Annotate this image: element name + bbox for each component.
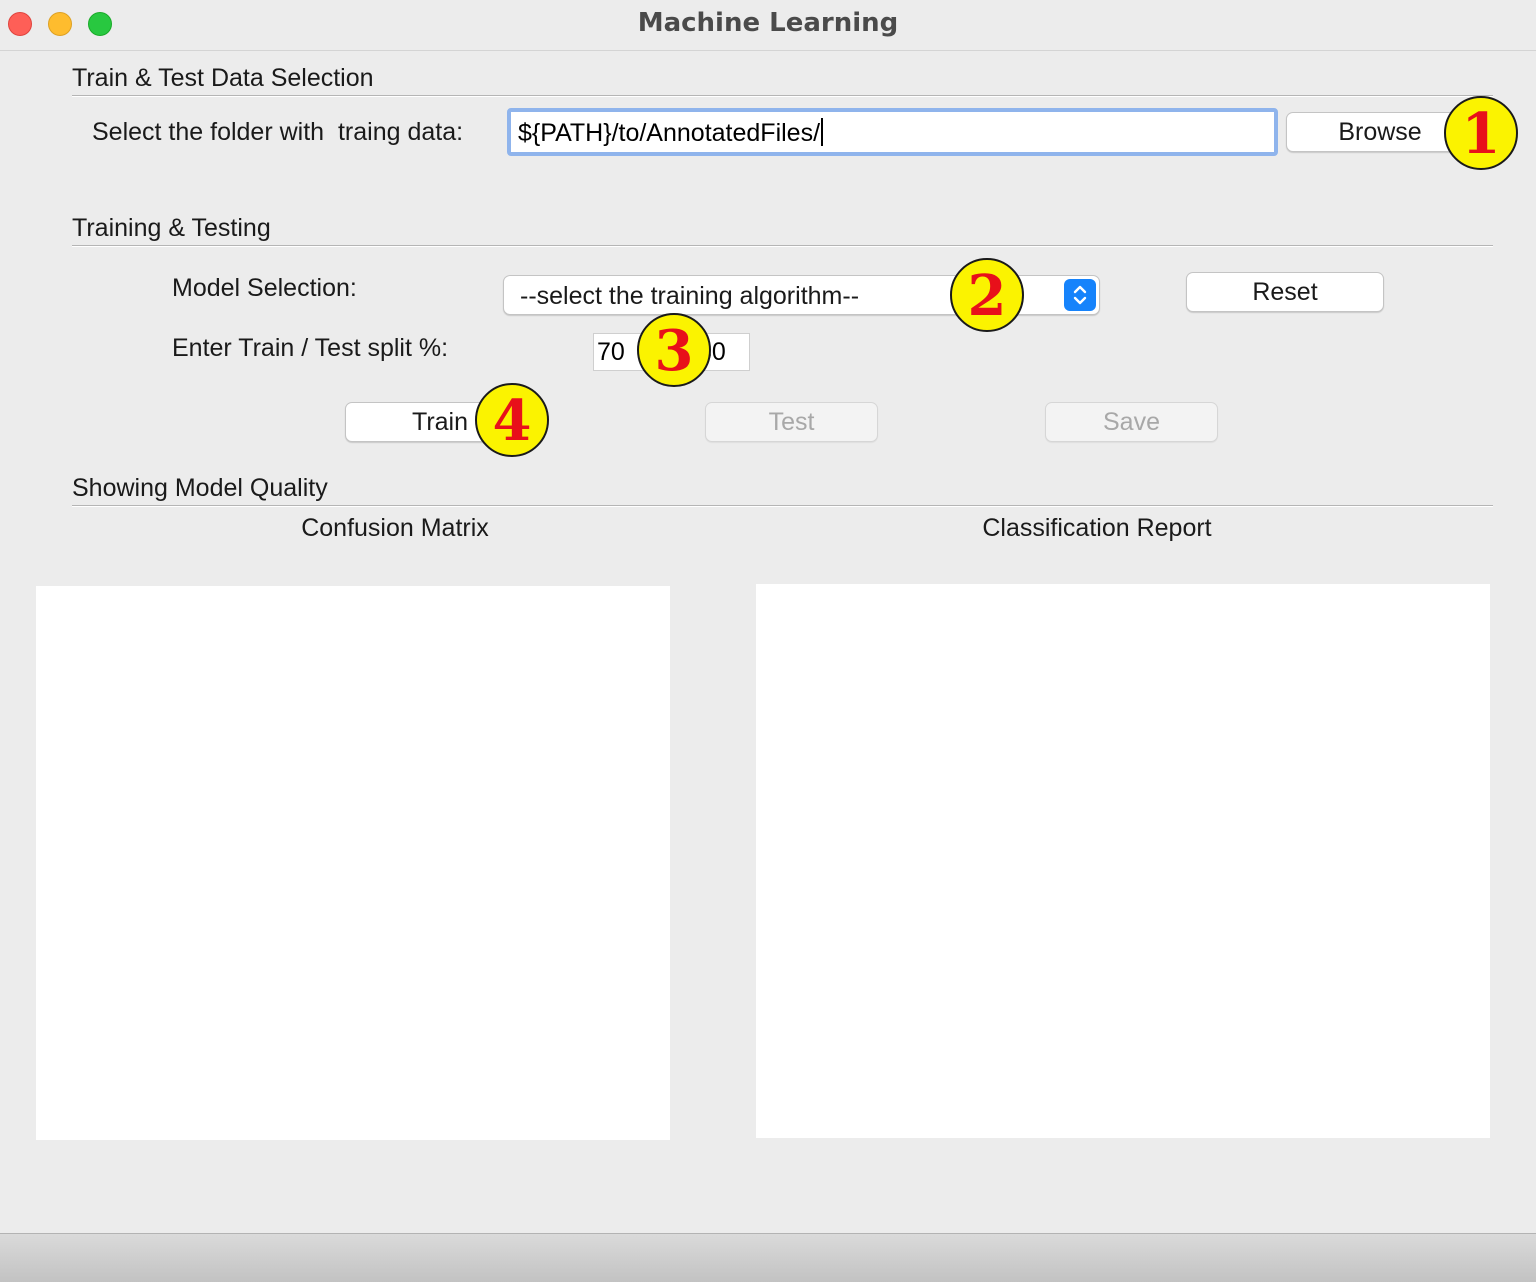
confusion-matrix-panel — [36, 586, 670, 1140]
training-separator — [72, 245, 1493, 247]
step-badge-1: 1 — [1444, 96, 1518, 170]
title-bar: Machine Learning — [0, 0, 1536, 51]
test-button[interactable]: Test — [705, 402, 878, 442]
folder-label: Select the folder with traing data: — [92, 118, 464, 146]
folder-path-input[interactable]: ${PATH}/to/AnnotatedFiles/ — [507, 108, 1278, 156]
confusion-matrix-title: Confusion Matrix — [301, 514, 489, 542]
data-selection-separator — [72, 95, 1493, 97]
quality-separator — [72, 505, 1493, 507]
app-window: Machine Learning Train & Test Data Selec… — [0, 0, 1536, 1282]
bottom-bar — [0, 1233, 1536, 1282]
quality-title: Showing Model Quality — [72, 474, 328, 502]
select-arrows-icon — [1064, 279, 1096, 311]
window-title: Machine Learning — [637, 8, 899, 38]
folder-path-value: ${PATH}/to/AnnotatedFiles/ — [518, 119, 821, 147]
model-select-value: --select the training algorithm-- — [520, 282, 860, 310]
step-badge-2: 2 — [950, 258, 1024, 332]
save-button[interactable]: Save — [1045, 402, 1218, 442]
step-badge-4: 4 — [475, 383, 549, 457]
training-title: Training & Testing — [72, 214, 271, 242]
model-selection-label: Model Selection: — [172, 274, 357, 302]
text-caret — [821, 118, 824, 146]
step-badge-3: 3 — [637, 313, 711, 387]
reset-button[interactable]: Reset — [1186, 272, 1384, 312]
classification-report-panel — [756, 584, 1490, 1138]
data-selection-title: Train & Test Data Selection — [72, 64, 374, 92]
split-label: Enter Train / Test split %: — [172, 334, 449, 362]
classification-report-title: Classification Report — [982, 514, 1212, 542]
